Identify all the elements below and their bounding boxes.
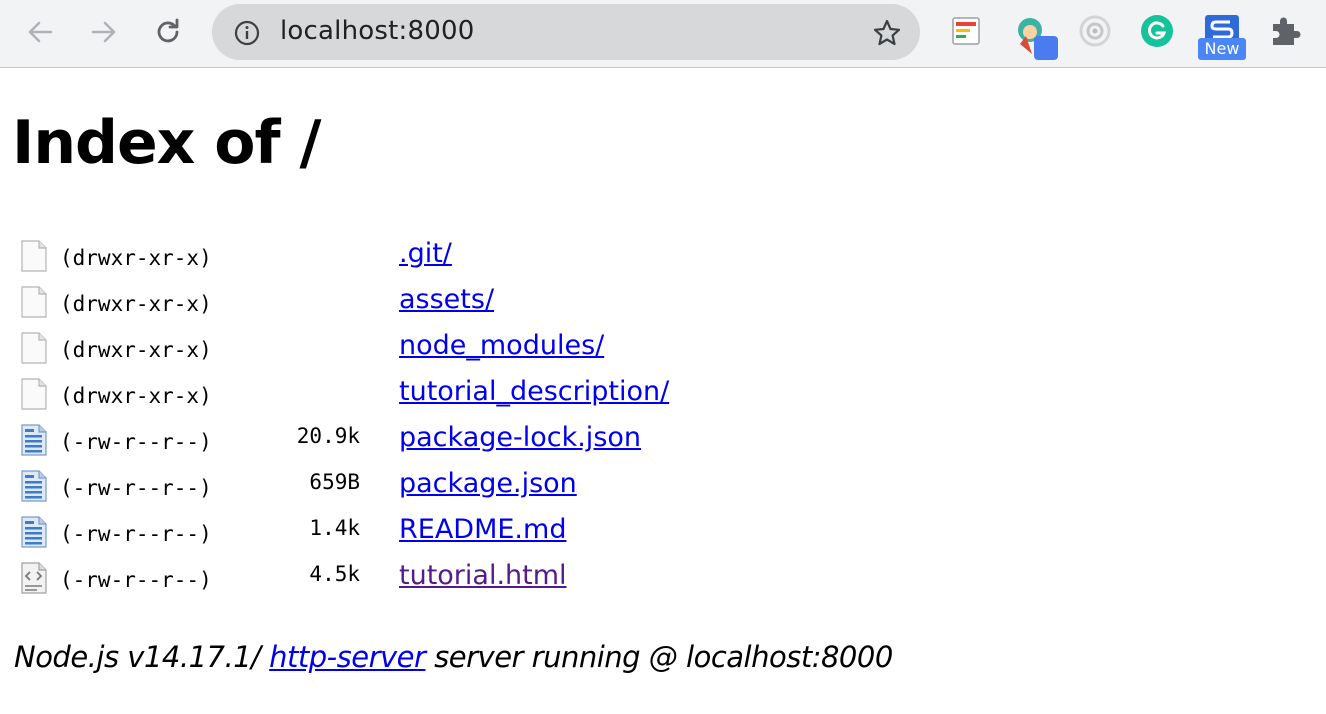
file-listing: (drwxr-xr-x) .git/(drwxr-xr-x) assets/(drw… xyxy=(20,234,920,602)
avatar-extension-icon[interactable] xyxy=(1012,14,1058,60)
file-size: 20.9k xyxy=(296,424,360,448)
page-title: Index of / xyxy=(12,108,321,178)
file-link[interactable]: node_modules/ xyxy=(399,330,604,361)
file-row: (-rw-r--r--) 659B package.json xyxy=(20,464,920,510)
address-bar[interactable]: localhost:8000 xyxy=(212,4,920,60)
file-row: (-rw-r--r--) 20.9k package-lock.json xyxy=(20,418,920,464)
file-permissions: (drwxr-xr-x) xyxy=(60,292,212,316)
file-permissions: (-rw-r--r--) xyxy=(60,476,212,500)
file-link[interactable]: package-lock.json xyxy=(399,422,641,453)
file-permissions: (-rw-r--r--) xyxy=(60,522,212,546)
folder-icon xyxy=(20,240,48,272)
back-button[interactable] xyxy=(22,14,58,50)
text-file-icon xyxy=(20,470,48,502)
file-link[interactable]: package.json xyxy=(399,468,577,499)
file-link[interactable]: .git/ xyxy=(399,238,452,269)
file-permissions: (drwxr-xr-x) xyxy=(60,338,212,362)
site-info-icon[interactable] xyxy=(234,20,260,46)
server-footer: Node.js v14.17.1/ http-server server run… xyxy=(14,640,893,674)
file-permissions: (-rw-r--r--) xyxy=(60,568,212,592)
folder-icon xyxy=(20,332,48,364)
file-permissions: (drwxr-xr-x) xyxy=(60,384,212,408)
file-row: (-rw-r--r--) 4.5k tutorial.html xyxy=(20,556,920,602)
new-badge: New xyxy=(1198,38,1246,60)
file-permissions: (drwxr-xr-x) xyxy=(60,246,212,270)
forward-button[interactable] xyxy=(86,14,122,50)
text-file-icon xyxy=(20,516,48,548)
radar-extension-icon[interactable] xyxy=(1078,14,1112,54)
file-row: (drwxr-xr-x) tutorial_description/ xyxy=(20,372,920,418)
folder-icon xyxy=(20,378,48,410)
file-link[interactable]: tutorial.html xyxy=(399,560,567,591)
text-file-icon xyxy=(20,424,48,456)
reload-button[interactable] xyxy=(150,14,186,50)
footer-prefix: Node.js v14.17.1/ xyxy=(14,640,270,674)
file-row: (drwxr-xr-x) assets/ xyxy=(20,280,920,326)
file-size: 659B xyxy=(309,470,360,494)
grammarly-extension-icon[interactable] xyxy=(1140,14,1174,54)
file-link[interactable]: tutorial_description/ xyxy=(399,376,669,407)
back-arrow-icon xyxy=(28,21,53,43)
file-size: 1.4k xyxy=(309,516,360,540)
file-size: 4.5k xyxy=(309,562,360,586)
url-text[interactable]: localhost:8000 xyxy=(280,16,474,46)
http-server-link[interactable]: http-server xyxy=(269,640,426,674)
notes-extension-icon[interactable] xyxy=(950,14,984,54)
html-file-icon xyxy=(20,562,48,594)
folder-icon xyxy=(20,286,48,318)
browser-toolbar: localhost:8000 New xyxy=(0,0,1326,68)
forward-arrow-icon xyxy=(91,21,116,43)
file-row: (-rw-r--r--) 1.4k README.md xyxy=(20,510,920,556)
extensions-puzzle-icon[interactable] xyxy=(1268,14,1302,54)
file-row: (drwxr-xr-x) node_modules/ xyxy=(20,326,920,372)
bookmark-star-icon[interactable] xyxy=(872,18,902,48)
file-row: (drwxr-xr-x) .git/ xyxy=(20,234,920,280)
file-link[interactable]: assets/ xyxy=(399,284,494,315)
file-permissions: (-rw-r--r--) xyxy=(60,430,212,454)
reload-icon xyxy=(157,18,179,43)
file-link[interactable]: README.md xyxy=(399,514,566,545)
footer-suffix: server running @ localhost:8000 xyxy=(425,640,893,674)
